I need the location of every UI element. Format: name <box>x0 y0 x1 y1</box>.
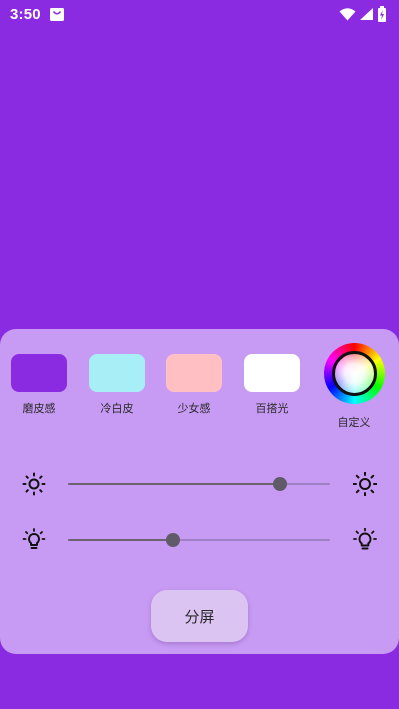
brightness-thumb[interactable] <box>273 477 288 491</box>
swatch-label-smooth-skin: 磨皮感 <box>22 402 56 415</box>
sun-small-icon <box>22 472 46 496</box>
swatch-cool-white[interactable] <box>89 354 145 392</box>
brightness-track[interactable] <box>68 477 330 491</box>
shopping-bag-icon <box>49 6 65 22</box>
preset-row: 磨皮感 冷白皮 少女感 百搭光 自定义 <box>0 329 399 439</box>
light-slider-row <box>0 525 399 555</box>
bulb-large-icon <box>353 527 377 552</box>
battery-charging-icon <box>377 6 387 22</box>
light-track[interactable] <box>68 533 330 547</box>
custom-label: 自定义 <box>337 416 371 429</box>
swatch-label-cool-white: 冷白皮 <box>100 402 134 415</box>
status-bar: 3:50 <box>0 0 399 28</box>
swatch-girly[interactable] <box>166 354 222 392</box>
swatch-versatile-light[interactable] <box>244 354 300 392</box>
brightness-slider-row <box>0 469 399 499</box>
split-screen-button[interactable]: 分屏 <box>151 590 248 642</box>
signal-icon <box>359 7 374 21</box>
beauty-panel: 磨皮感 冷白皮 少女感 百搭光 自定义 分屏 <box>0 329 399 654</box>
light-track-fill <box>68 539 173 541</box>
bulb-small-icon <box>22 528 46 552</box>
wifi-icon <box>339 7 356 21</box>
swatch-label-girly: 少女感 <box>177 402 211 415</box>
swatch-label-versatile-light: 百搭光 <box>255 402 289 415</box>
color-wheel-center <box>332 351 377 396</box>
brightness-track-fill <box>68 483 281 485</box>
status-time: 3:50 <box>10 5 41 23</box>
light-thumb[interactable] <box>165 533 180 547</box>
color-wheel-icon[interactable] <box>324 343 385 404</box>
swatch-smooth-skin[interactable] <box>11 354 67 392</box>
sun-large-icon <box>352 471 378 497</box>
